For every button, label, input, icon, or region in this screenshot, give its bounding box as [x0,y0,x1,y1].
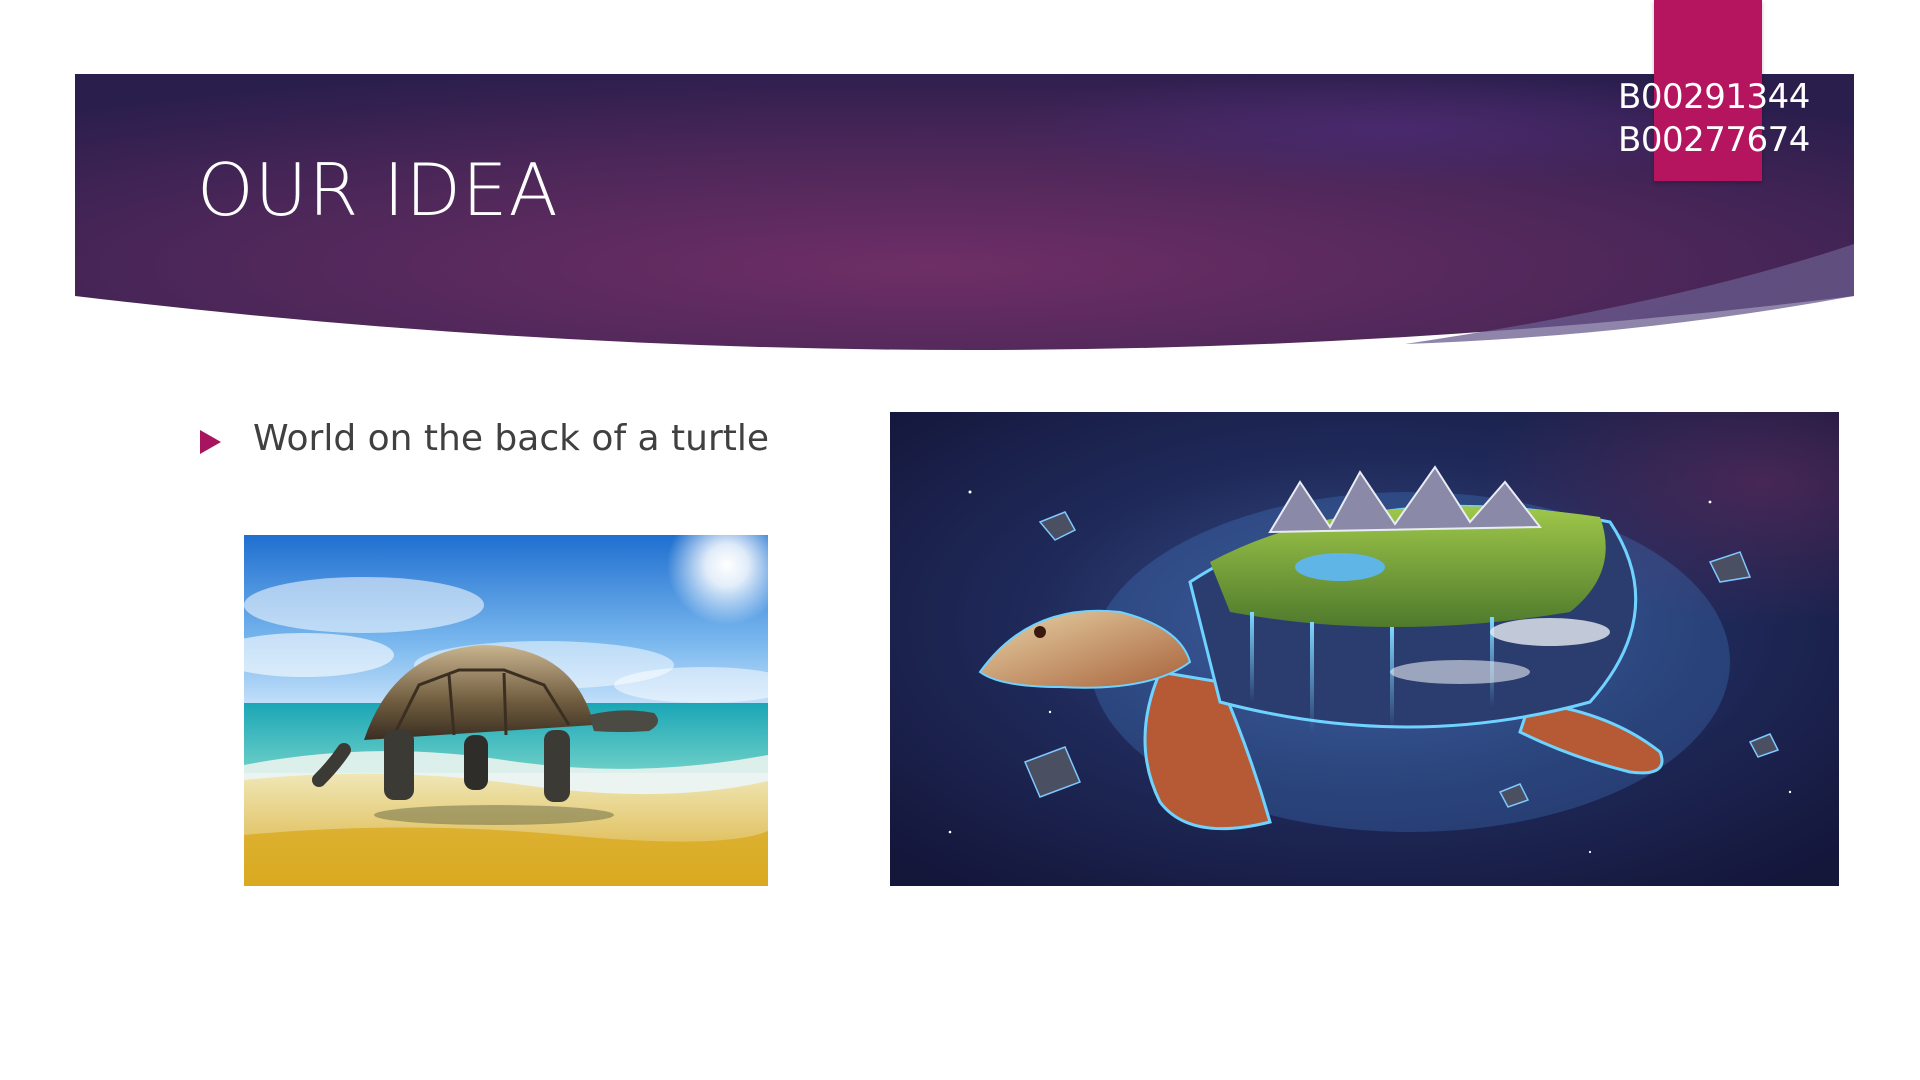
cosmic-turtle-image [890,412,1839,886]
tortoise-beach-image [244,535,768,886]
bullet-text: World on the back of a turtle [253,418,770,459]
slide: B00291344 B00277674 OUR IDEA World on th… [0,0,1920,1080]
student-id: B00277674 [1618,120,1810,160]
triangle-bullet-icon [200,429,221,454]
student-id: B00291344 [1618,77,1810,117]
bullet-item: World on the back of a turtle [200,418,769,459]
slide-title: OUR IDEA [197,148,559,232]
student-ids: B00291344 B00277674 [1618,76,1868,162]
